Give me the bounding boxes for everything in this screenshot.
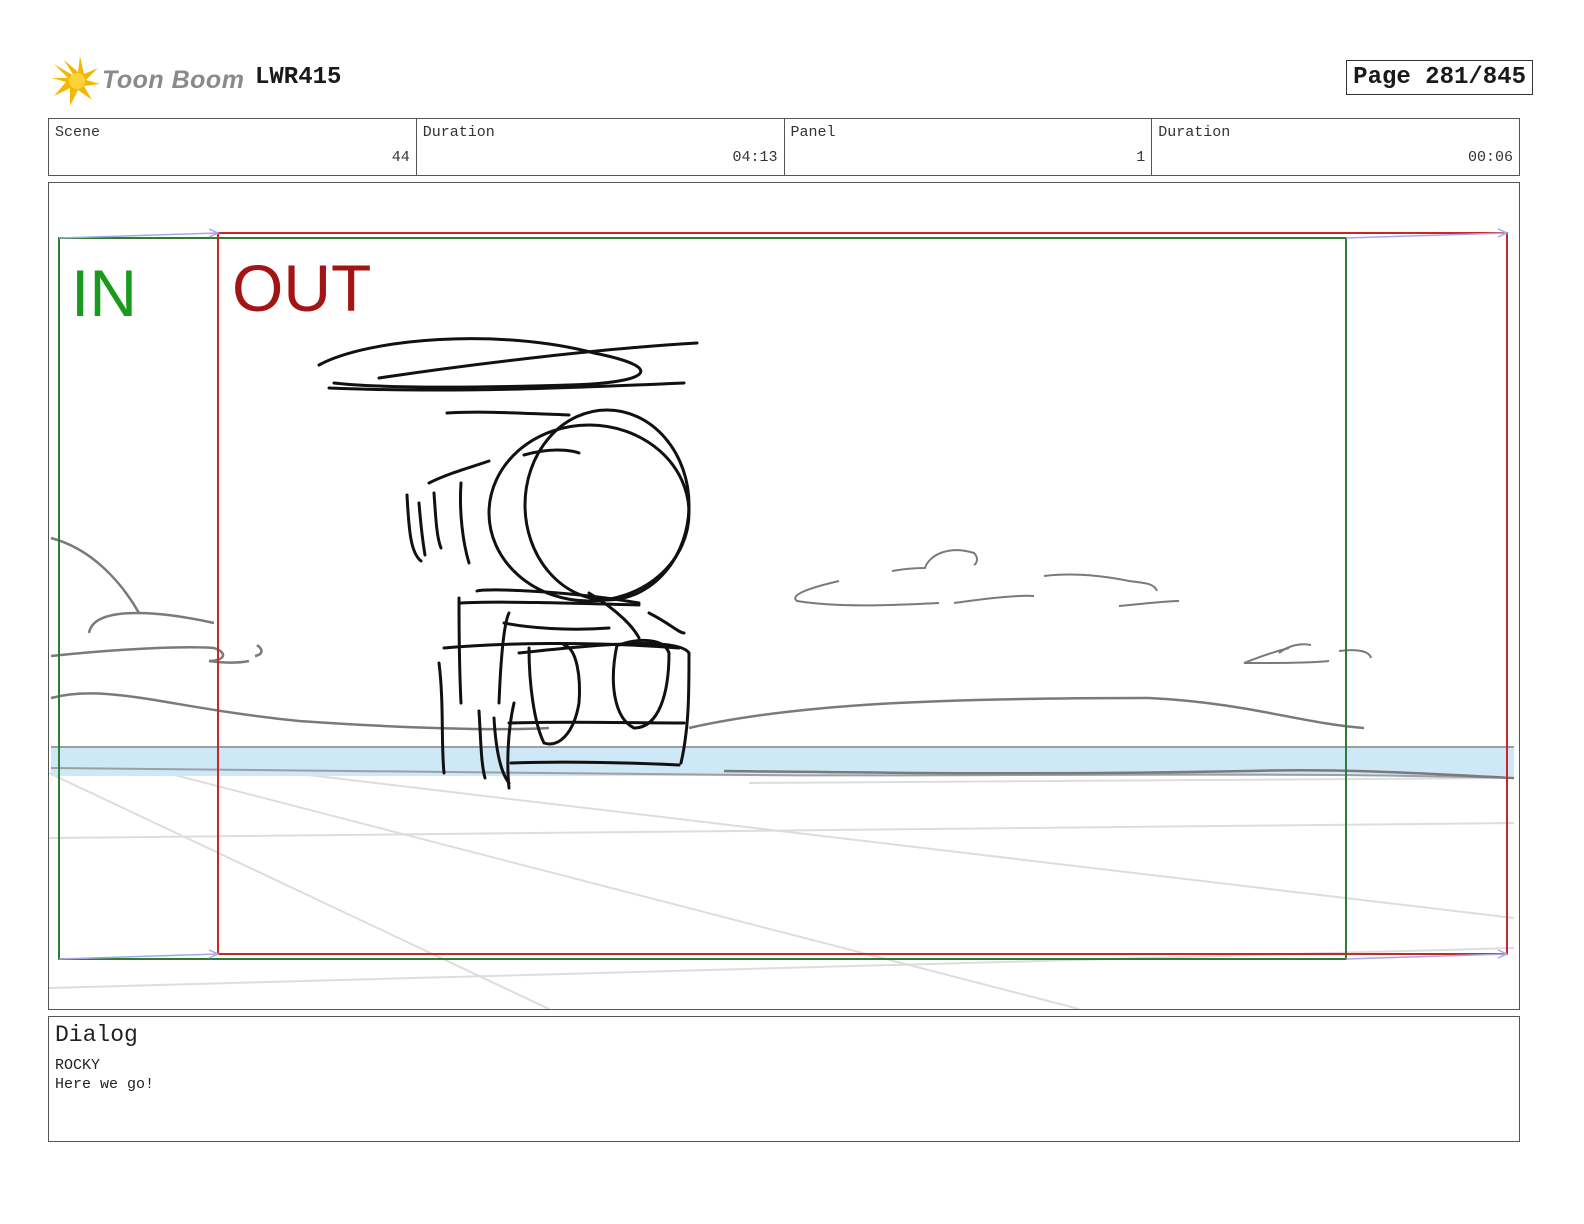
sun-burst-icon <box>52 56 100 106</box>
page-header: Toon Boom LWR415 Page 281/845 <box>50 52 1540 112</box>
dialog-box: Dialog ROCKY Here we go! <box>48 1016 1520 1142</box>
toon-boom-logo: Toon Boom <box>50 54 244 108</box>
panel-duration-cell: Duration 00:06 <box>1152 119 1519 175</box>
scene-cell: Scene 44 <box>49 119 417 175</box>
panel-label: Panel <box>790 124 836 141</box>
panel-cell: Panel 1 <box>785 119 1153 175</box>
in-label: IN <box>71 256 137 330</box>
panel-duration-label: Duration <box>1158 124 1231 141</box>
clouds-sketch <box>794 549 1372 664</box>
hills-sketch <box>50 536 1515 780</box>
dialog-line: Here we go! <box>55 1076 155 1093</box>
scene-label: Scene <box>55 124 101 141</box>
scene-duration-value: 04:13 <box>732 149 778 166</box>
camera-motion-arrows <box>58 228 1509 960</box>
panel-value: 1 <box>1136 149 1146 166</box>
storyboard-panel[interactable]: IN OUT <box>48 182 1520 1010</box>
scene-duration-label: Duration <box>422 124 495 141</box>
dialog-title: Dialog <box>55 1022 138 1048</box>
page-indicator: Page 281/845 <box>1346 60 1533 95</box>
scene-info-bar: Scene 44 Duration 04:13 Panel 1 Duration… <box>48 118 1520 176</box>
out-label: OUT <box>232 251 371 325</box>
project-code: LWR415 <box>255 64 342 91</box>
perspective-guides <box>49 757 1515 1009</box>
airship-sketch <box>317 337 699 790</box>
scene-duration-cell: Duration 04:13 <box>417 119 785 175</box>
panel-duration-value: 00:06 <box>1467 149 1513 166</box>
logo-text: Toon Boom <box>102 66 245 94</box>
scene-value: 44 <box>391 149 410 166</box>
panel-drawing: IN OUT <box>49 228 1515 1009</box>
in-frame <box>58 237 1347 960</box>
dialog-character: ROCKY <box>55 1057 101 1074</box>
